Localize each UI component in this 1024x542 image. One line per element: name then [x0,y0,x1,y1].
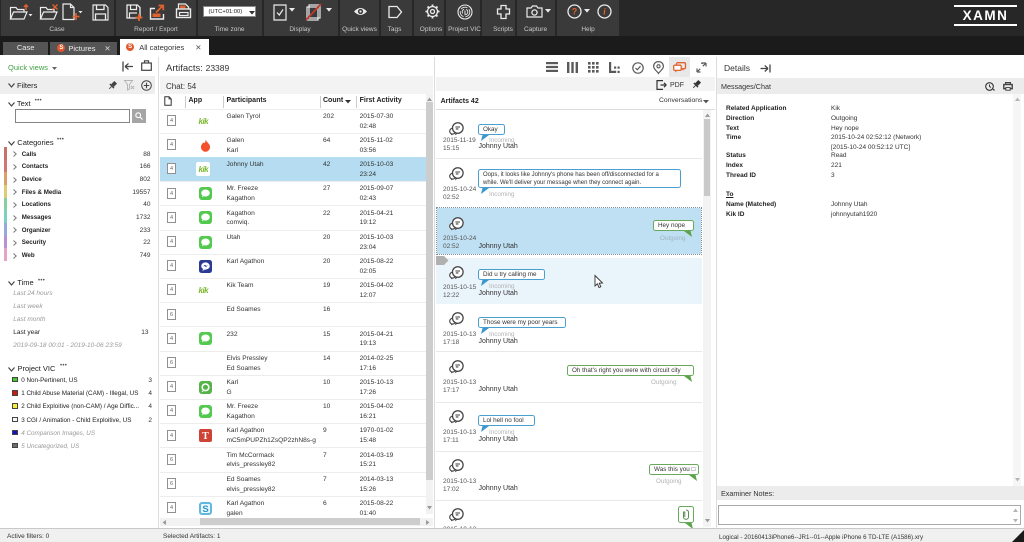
svg-text:i: i [603,6,606,16]
svg-text:T: T [202,431,209,442]
svg-text:?: ? [572,6,578,16]
svg-text:S: S [202,504,208,515]
